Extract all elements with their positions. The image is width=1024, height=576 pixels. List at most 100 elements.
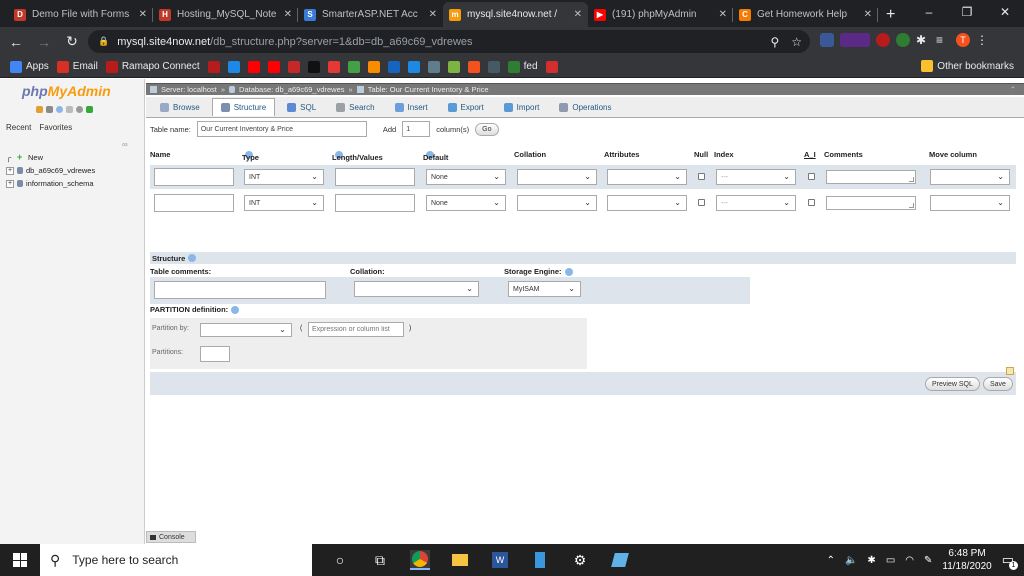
column-type-select[interactable]: INT ⌄ bbox=[244, 169, 324, 185]
tab-browse[interactable]: Browse bbox=[152, 98, 208, 116]
word-icon[interactable]: W bbox=[490, 550, 510, 570]
column-attributes-select[interactable]: ⌄ bbox=[607, 169, 687, 185]
zoom-search-icon[interactable]: ⚲ bbox=[770, 35, 779, 49]
bookmark-item[interactable] bbox=[287, 60, 300, 73]
tab-import[interactable]: Import bbox=[496, 98, 548, 116]
address-bar[interactable]: 🔒 mysql.site4now.net/db_structure.php?se… bbox=[88, 30, 810, 53]
close-tab-icon[interactable]: ✕ bbox=[139, 9, 147, 20]
breadcrumb-database[interactable]: Database: db_a69c69_vdrewes bbox=[239, 85, 345, 94]
column-name-input[interactable] bbox=[154, 194, 234, 212]
forward-icon[interactable]: → bbox=[32, 34, 56, 50]
notification-center-icon[interactable]: ▭ 1 bbox=[1002, 552, 1018, 570]
bookmark-item[interactable]: fed bbox=[507, 60, 538, 73]
column-comments-textarea[interactable] bbox=[826, 170, 916, 184]
browser-tab-4[interactable]: m mysql.site4now.net / ✕ bbox=[443, 2, 588, 27]
help-icon[interactable] bbox=[56, 106, 63, 113]
bookmark-item[interactable] bbox=[387, 60, 400, 73]
collapse-icon[interactable]: ⌃ bbox=[1010, 85, 1016, 94]
ublock-icon[interactable] bbox=[876, 33, 890, 47]
column-type-select[interactable]: INT ⌄ bbox=[244, 195, 324, 211]
close-tab-icon[interactable]: ✕ bbox=[574, 9, 582, 20]
null-checkbox[interactable] bbox=[698, 173, 705, 180]
column-comments-textarea[interactable] bbox=[826, 196, 916, 210]
column-collation-select[interactable]: ⌄ bbox=[517, 169, 597, 185]
bookmark-item[interactable]: Apps bbox=[10, 60, 49, 73]
volume-icon[interactable]: 🔈 bbox=[845, 555, 857, 566]
reload-icon[interactable]: ↻ bbox=[60, 33, 84, 50]
tree-item-information-schema[interactable]: + information_schema bbox=[6, 177, 95, 190]
show-hidden-icons-icon[interactable]: ⌃ bbox=[827, 555, 835, 566]
bookmark-item[interactable]: Email bbox=[56, 60, 98, 73]
browser-tab-3[interactable]: S SmarterASP.NET Acc ✕ bbox=[298, 2, 443, 27]
column-default-select[interactable]: None ⌄ bbox=[426, 195, 506, 211]
task-view-icon[interactable]: ⧉ bbox=[370, 550, 390, 570]
partition-expression-input[interactable] bbox=[308, 322, 404, 337]
profile-avatar-icon[interactable]: T bbox=[956, 33, 970, 47]
settings-icon[interactable] bbox=[76, 106, 83, 113]
close-window-button[interactable]: ✕ bbox=[986, 0, 1024, 27]
back-icon[interactable]: ← bbox=[4, 34, 28, 50]
column-collation-select[interactable]: ⌄ bbox=[517, 195, 597, 211]
other-bookmarks[interactable]: Other bookmarks bbox=[921, 60, 1014, 72]
bookmark-star-icon[interactable]: ☆ bbox=[791, 35, 802, 49]
move-column-select[interactable]: ⌄ bbox=[930, 169, 1010, 185]
bookmark-item[interactable] bbox=[207, 60, 220, 73]
circle-extension-icon[interactable] bbox=[896, 33, 910, 47]
restore-button[interactable]: ❐ bbox=[948, 0, 986, 27]
resize-grip-icon[interactable] bbox=[909, 177, 914, 182]
help-icon[interactable] bbox=[564, 268, 573, 277]
wifi-icon[interactable]: ◠ bbox=[905, 555, 914, 566]
bookmark-item[interactable] bbox=[227, 60, 240, 73]
help-icon[interactable] bbox=[231, 306, 240, 315]
bookmark-item[interactable] bbox=[307, 60, 320, 73]
column-length-input[interactable] bbox=[335, 194, 415, 212]
puzzle-extensions-icon[interactable]: ✱ bbox=[916, 33, 930, 47]
bookmark-item[interactable]: Ramapo Connect bbox=[105, 60, 200, 73]
settings-gear-icon[interactable]: ⚙ bbox=[570, 550, 590, 570]
save-button[interactable]: Save bbox=[983, 377, 1013, 391]
null-checkbox[interactable] bbox=[698, 199, 705, 206]
column-default-select[interactable]: None ⌄ bbox=[426, 169, 506, 185]
auto-increment-checkbox[interactable] bbox=[808, 173, 815, 180]
bookmark-item[interactable] bbox=[407, 60, 420, 73]
clock[interactable]: 6:48 PM 11/18/2020 bbox=[942, 547, 991, 573]
bookmark-item[interactable] bbox=[447, 60, 460, 73]
browser-tab-6[interactable]: C Get Homework Help ✕ bbox=[733, 2, 878, 27]
bookmark-item[interactable] bbox=[545, 60, 558, 73]
lock-icon[interactable]: 🔒 bbox=[98, 36, 109, 47]
breadcrumb-table[interactable]: Table: Our Current Inventory & Price bbox=[368, 85, 489, 94]
snip-tool-icon[interactable] bbox=[610, 550, 630, 570]
tab-favorites[interactable]: Favorites bbox=[39, 123, 72, 132]
tab-insert[interactable]: Insert bbox=[387, 98, 436, 116]
browser-tab-2[interactable]: H Hosting_MySQL_Note ✕ bbox=[153, 2, 298, 27]
facebook-extension-icon[interactable] bbox=[820, 33, 834, 47]
page-settings-icon[interactable] bbox=[1006, 367, 1014, 375]
new-tab-button[interactable]: + bbox=[886, 2, 895, 27]
preview-sql-button[interactable]: Preview SQL bbox=[925, 377, 980, 391]
logout-icon[interactable] bbox=[46, 106, 53, 113]
bookmark-item[interactable] bbox=[347, 60, 360, 73]
tree-item-db-a69c69-vdrewes[interactable]: + db_a69c69_vdrewes bbox=[6, 164, 95, 177]
close-tab-icon[interactable]: ✕ bbox=[864, 9, 872, 20]
column-name-input[interactable] bbox=[154, 168, 234, 186]
bookmark-item[interactable] bbox=[487, 60, 500, 73]
browser-tab-1[interactable]: D Demo File with Forms ✕ bbox=[8, 2, 153, 27]
storage-engine-select[interactable]: MyISAM ⌄ bbox=[508, 281, 581, 297]
bookmark-item[interactable] bbox=[327, 60, 340, 73]
tab-recent[interactable]: Recent bbox=[6, 123, 31, 132]
move-column-select[interactable]: ⌄ bbox=[930, 195, 1010, 211]
pen-icon[interactable]: ✎ bbox=[924, 555, 932, 566]
app-tray-icon[interactable]: ✱ bbox=[867, 555, 875, 566]
tab-sql[interactable]: SQL bbox=[279, 98, 324, 116]
column-index-select[interactable]: --- ⌄ bbox=[716, 169, 796, 185]
bookmark-item[interactable] bbox=[427, 60, 440, 73]
go-button[interactable]: Go bbox=[475, 122, 499, 136]
resize-grip-icon[interactable] bbox=[909, 203, 914, 208]
expand-icon[interactable]: + bbox=[6, 166, 14, 175]
table-collation-select[interactable]: ⌄ bbox=[354, 281, 479, 297]
start-button[interactable] bbox=[0, 544, 40, 576]
tree-item-new[interactable]: ┌ + New bbox=[6, 151, 95, 164]
table-comments-input[interactable] bbox=[154, 281, 326, 299]
battery-icon[interactable]: ▭ bbox=[886, 555, 895, 566]
breadcrumb-server[interactable]: Server: localhost bbox=[161, 85, 217, 94]
